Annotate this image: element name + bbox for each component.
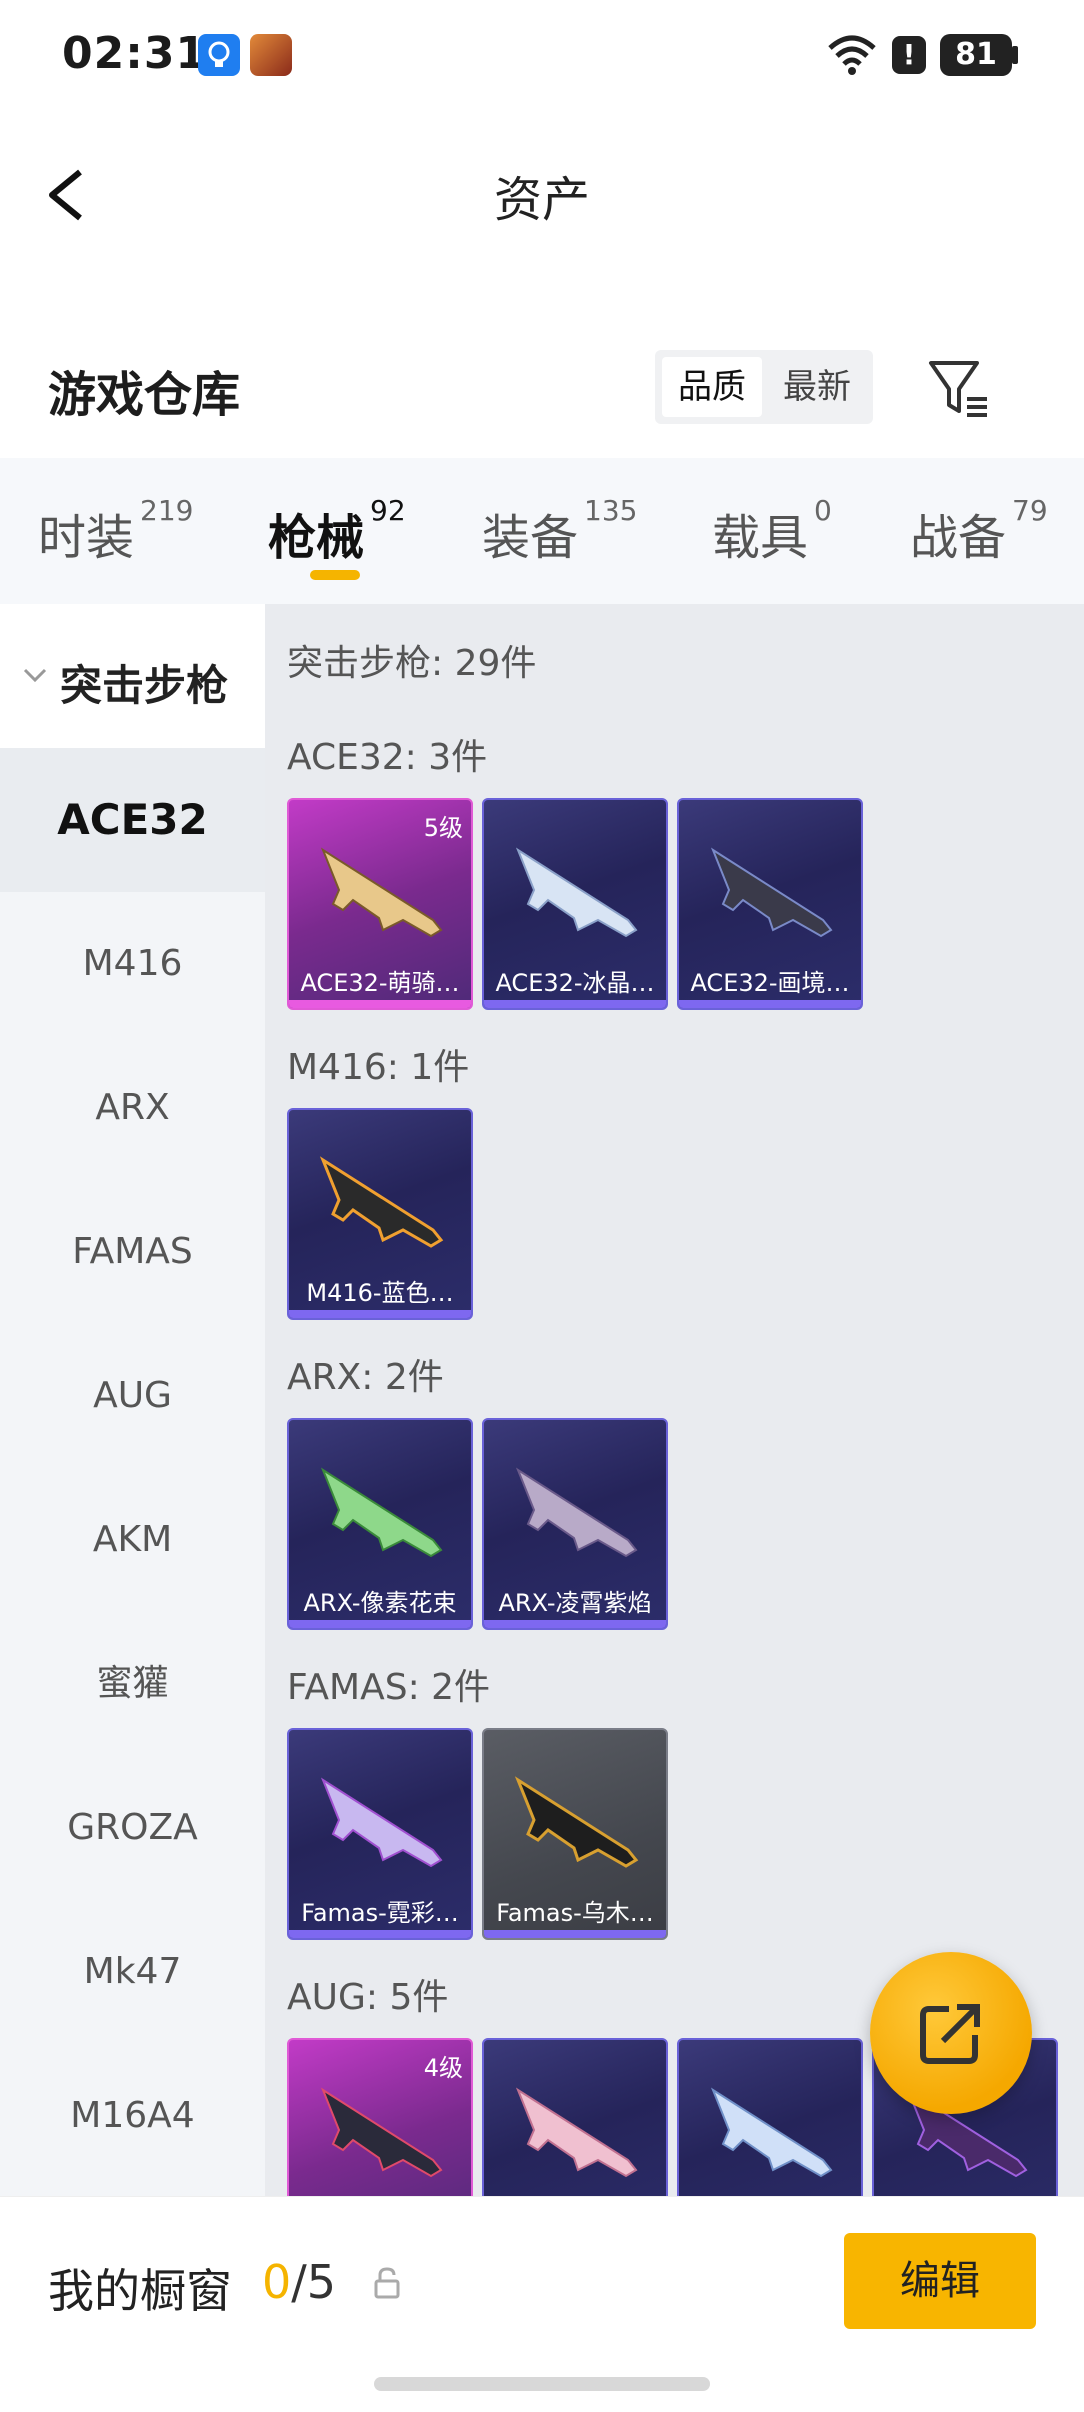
- rarity-bar: [484, 1620, 666, 1628]
- status-time: 02:31: [62, 28, 208, 79]
- weapon-card[interactable]: Famas-霓彩…: [287, 1728, 473, 1940]
- weapon-card[interactable]: 5级 ACE32-萌骑…: [287, 798, 473, 1010]
- group-title: AUG: 5件: [287, 1977, 449, 2018]
- tab-equipment[interactable]: 装备 135: [482, 494, 637, 568]
- rifle-image: [514, 1776, 639, 1868]
- rifle-image: [320, 847, 443, 938]
- showcase-label: 我的橱窗: [48, 2264, 232, 2318]
- rarity-bar: [289, 1310, 471, 1318]
- weapon-card[interactable]: [677, 2038, 863, 2196]
- rarity-bar: [484, 1930, 666, 1938]
- weapon-name: Famas-乌木…: [496, 1899, 654, 1927]
- rifle-image: [320, 1467, 443, 1558]
- showcase-bar: 我的橱窗 0/5 编辑: [0, 2196, 1084, 2412]
- category-header[interactable]: 突击步枪: [0, 604, 265, 748]
- weapon-card[interactable]: ARX-像素花束: [287, 1418, 473, 1630]
- alert-icon: !: [892, 36, 926, 74]
- filter-icon[interactable]: [925, 355, 995, 425]
- weapon-name: ARX-凌霄紫焰: [498, 1589, 652, 1617]
- weapon-name: ACE32-冰晶…: [495, 969, 655, 997]
- sidebar-item-m16a4[interactable]: M16A4: [0, 2044, 265, 2188]
- rarity-bar: [289, 1930, 471, 1938]
- sidebar-item-groza[interactable]: GROZA: [0, 1756, 265, 1900]
- rarity-bar: [289, 1000, 471, 1008]
- weapon-name: Famas-霓彩…: [301, 1899, 459, 1927]
- weapon-card[interactable]: ACE32-画境…: [677, 798, 863, 1010]
- rifle-image: [710, 847, 833, 938]
- weapon-name: ACE32-萌骑…: [300, 969, 460, 997]
- wifi-icon: [826, 32, 878, 76]
- weapon-card[interactable]: [482, 2038, 668, 2196]
- weapon-name: ARX-像素花束: [303, 1589, 457, 1617]
- level-badge: 4级: [423, 2054, 463, 2082]
- weapon-card[interactable]: M416-蓝色…: [287, 1108, 473, 1320]
- category-label: 突击步枪: [60, 661, 229, 710]
- sidebar-item-aug[interactable]: AUG: [0, 1324, 265, 1468]
- weapon-name: M416-蓝色…: [306, 1279, 454, 1307]
- battery-tip: [1012, 46, 1018, 64]
- weapon-card[interactable]: 4级: [287, 2038, 473, 2196]
- sidebar-item-ace32[interactable]: ACE32: [0, 748, 265, 892]
- sidebar-item-famas[interactable]: FAMAS: [0, 1180, 265, 1324]
- game-avatar-icon: [250, 34, 292, 76]
- rifle-image: [319, 1156, 444, 1248]
- group-title: ACE32: 3件: [287, 737, 488, 778]
- rifle-image: [515, 2087, 638, 2178]
- rifle-image: [320, 2087, 443, 2178]
- weapon-card[interactable]: ARX-凌霄紫焰: [482, 1418, 668, 1630]
- category-summary: 突击步枪: 29件: [287, 643, 537, 684]
- rarity-bar: [679, 1000, 861, 1008]
- sidebar-item-akm[interactable]: AKM: [0, 1468, 265, 1612]
- weapon-sidebar: 突击步枪 ACE32 M416 ARX FAMAS AUG AKM 蜜獾 GRO…: [0, 604, 265, 2196]
- level-badge: 5级: [423, 814, 463, 842]
- section-title: 游戏仓库: [48, 367, 241, 423]
- edit-button[interactable]: 编辑: [844, 2233, 1036, 2329]
- rifle-image: [515, 1467, 638, 1558]
- lightbulb-app-icon: [198, 34, 240, 76]
- sidebar-item-honey-badger[interactable]: 蜜獾: [0, 1612, 265, 1756]
- sort-toggle: 品质 最新: [655, 350, 873, 424]
- sort-newest-option[interactable]: 最新: [767, 357, 867, 417]
- tab-fashion[interactable]: 时装 219: [38, 494, 193, 568]
- status-bar: 02:31 ! 81: [0, 0, 1084, 110]
- active-tab-indicator: [310, 570, 360, 580]
- weapon-name: ACE32-画境…: [690, 969, 850, 997]
- chevron-down-icon: [23, 668, 47, 683]
- tab-vehicles[interactable]: 载具 0: [712, 494, 832, 568]
- sort-quality-option[interactable]: 品质: [662, 357, 762, 417]
- sidebar-item-m416[interactable]: M416: [0, 892, 265, 1036]
- weapon-card[interactable]: Famas-乌木…: [482, 1728, 668, 1940]
- rifle-image: [515, 847, 638, 938]
- home-indicator[interactable]: [374, 2377, 710, 2391]
- page-title: 资产: [493, 172, 590, 228]
- battery-icon: 81: [940, 34, 1012, 76]
- share-fab[interactable]: [870, 1952, 1032, 2114]
- group-title: FAMAS: 2件: [287, 1667, 491, 1708]
- tab-weapons[interactable]: 枪械 92: [268, 494, 406, 568]
- rarity-bar: [289, 1620, 471, 1628]
- rarity-bar: [484, 1000, 666, 1008]
- battery-level: 81: [955, 37, 997, 72]
- tab-supplies[interactable]: 战备 79: [910, 494, 1048, 568]
- group-title: M416: 1件: [287, 1047, 470, 1088]
- lock-icon: [374, 2267, 400, 2299]
- rifle-image: [710, 2087, 833, 2178]
- category-tabs: 时装 219 枪械 92 装备 135 载具 0 战备 79: [0, 458, 1084, 604]
- sidebar-item-mk47[interactable]: Mk47: [0, 1900, 265, 2044]
- group-title: ARX: 2件: [287, 1357, 444, 1398]
- weapon-card[interactable]: ACE32-冰晶…: [482, 798, 668, 1010]
- share-icon: [920, 2004, 980, 2064]
- showcase-count: 0/5: [262, 2255, 337, 2309]
- rifle-image: [320, 1777, 443, 1868]
- sidebar-item-arx[interactable]: ARX: [0, 1036, 265, 1180]
